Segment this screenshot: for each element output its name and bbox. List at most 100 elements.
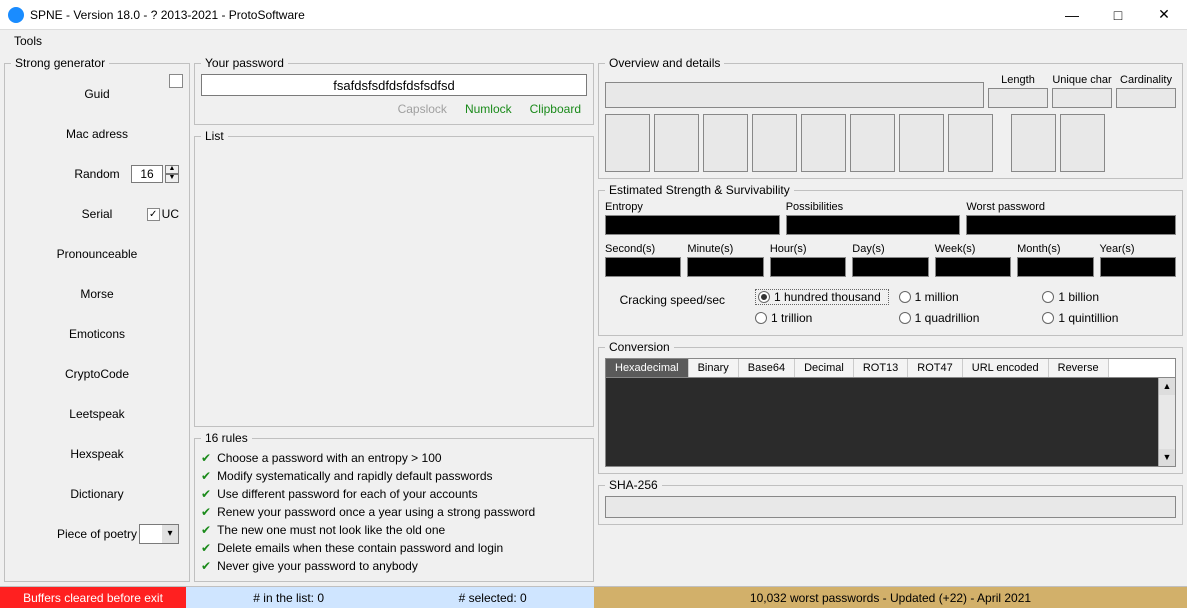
overview-cell <box>752 114 797 172</box>
overview-cell <box>948 114 993 172</box>
rule-item: Delete emails when these contain passwor… <box>217 541 503 555</box>
possibilities-label: Possibilities <box>786 201 961 213</box>
close-button[interactable]: ✕ <box>1141 0 1187 30</box>
gen-hexspeak[interactable]: Hexspeak <box>15 447 179 461</box>
sha-legend: SHA-256 <box>605 478 662 492</box>
rules-legend: 16 rules <box>201 431 252 445</box>
unit-label: Hour(s) <box>770 243 846 255</box>
unit-box <box>687 257 763 277</box>
rule-item: Use different password for each of your … <box>217 487 478 501</box>
rule-item: Modify systematically and rapidly defaul… <box>217 469 492 483</box>
check-icon: ✔ <box>201 523 211 537</box>
unit-label: Day(s) <box>852 243 928 255</box>
worst-label: Worst password <box>966 201 1176 213</box>
worst-box <box>966 215 1176 235</box>
speed-100k[interactable]: 1 hundred thousand <box>755 289 889 305</box>
unique-label: Unique char <box>1052 74 1112 86</box>
check-icon: ✔ <box>201 541 211 555</box>
gen-guid[interactable]: Guid <box>15 87 179 101</box>
check-icon: ✔ <box>201 469 211 483</box>
generator-legend: Strong generator <box>11 56 109 70</box>
check-icon: ✔ <box>201 505 211 519</box>
rule-item: Choose a password with an entropy > 100 <box>217 451 441 465</box>
overview-cell <box>850 114 895 172</box>
tab-binary[interactable]: Binary <box>689 359 739 377</box>
minimize-button[interactable]: — <box>1049 0 1095 30</box>
unit-box <box>852 257 928 277</box>
unit-box <box>1017 257 1093 277</box>
tab-base64[interactable]: Base64 <box>739 359 795 377</box>
overview-cell <box>801 114 846 172</box>
overview-cell <box>654 114 699 172</box>
check-icon: ✔ <box>201 559 211 573</box>
clipboard-indicator: Clipboard <box>530 102 581 116</box>
gen-cryptocode[interactable]: CryptoCode <box>15 367 179 381</box>
check-icon: ✔ <box>201 451 211 465</box>
length-box <box>988 88 1048 108</box>
gen-macaddress[interactable]: Mac adress <box>15 127 179 141</box>
password-input[interactable] <box>201 74 587 96</box>
conversion-legend: Conversion <box>605 340 674 354</box>
overview-main-box <box>605 82 984 108</box>
speed-1qt[interactable]: 1 quintillion <box>1042 311 1176 325</box>
rule-item: Renew your password once a year using a … <box>217 505 535 519</box>
gen-morse[interactable]: Morse <box>15 287 179 301</box>
status-list-count: # in the list: 0 <box>253 591 324 605</box>
status-buffers: Buffers cleared before exit <box>0 587 186 608</box>
uc-label: UC <box>162 207 179 221</box>
gen-leetspeak[interactable]: Leetspeak <box>15 407 179 421</box>
check-icon: ✔ <box>201 487 211 501</box>
uc-checkbox[interactable]: ✓ <box>147 208 160 221</box>
speed-1b[interactable]: 1 billion <box>1042 289 1176 305</box>
tab-rot13[interactable]: ROT13 <box>854 359 908 377</box>
status-selected-count: # selected: 0 <box>459 591 527 605</box>
unit-label: Second(s) <box>605 243 681 255</box>
unit-box <box>605 257 681 277</box>
maximize-button[interactable]: □ <box>1095 0 1141 30</box>
random-length-spinner[interactable]: ▲▼ <box>165 165 179 183</box>
speed-1t[interactable]: 1 trillion <box>755 311 889 325</box>
overview-legend: Overview and details <box>605 56 724 70</box>
strength-legend: Estimated Strength & Survivability <box>605 183 794 197</box>
unit-box <box>770 257 846 277</box>
gen-dictionary[interactable]: Dictionary <box>15 487 179 501</box>
tab-urlencoded[interactable]: URL encoded <box>963 359 1049 377</box>
tab-rot47[interactable]: ROT47 <box>908 359 962 377</box>
app-icon <box>8 7 24 23</box>
numlock-indicator: Numlock <box>465 102 512 116</box>
speed-1m[interactable]: 1 million <box>899 289 1033 305</box>
entropy-label: Entropy <box>605 201 780 213</box>
speed-label: Cracking speed/sec <box>605 289 735 307</box>
overview-cell <box>605 114 650 172</box>
possibilities-box <box>786 215 961 235</box>
list-legend: List <box>201 129 228 143</box>
conversion-output <box>606 378 1158 466</box>
speed-1q[interactable]: 1 quadrillion <box>899 311 1033 325</box>
password-legend: Your password <box>201 56 288 70</box>
tab-decimal[interactable]: Decimal <box>795 359 854 377</box>
tab-hexadecimal[interactable]: Hexadecimal <box>606 359 689 377</box>
conversion-scrollbar[interactable]: ▲▼ <box>1158 378 1175 466</box>
poetry-combo[interactable]: ▾ <box>139 524 179 544</box>
gen-pronounceable[interactable]: Pronounceable <box>15 247 179 261</box>
unit-box <box>935 257 1011 277</box>
unit-label: Week(s) <box>935 243 1011 255</box>
gen-emoticons[interactable]: Emoticons <box>15 327 179 341</box>
random-length-input[interactable] <box>131 165 163 183</box>
cardinality-box <box>1116 88 1176 108</box>
unit-box <box>1100 257 1176 277</box>
unit-label: Year(s) <box>1100 243 1176 255</box>
tab-reverse[interactable]: Reverse <box>1049 359 1109 377</box>
status-worst-passwords: 10,032 worst passwords - Updated (+22) -… <box>594 587 1187 608</box>
capslock-indicator: Capslock <box>398 102 447 116</box>
menu-tools[interactable]: Tools <box>8 32 48 50</box>
length-label: Length <box>988 74 1048 86</box>
rule-item: Never give your password to anybody <box>217 559 418 573</box>
unit-label: Month(s) <box>1017 243 1093 255</box>
sha-output <box>605 496 1176 518</box>
overview-cell <box>1011 114 1056 172</box>
rule-item: The new one must not look like the old o… <box>217 523 445 537</box>
cardinality-label: Cardinality <box>1116 74 1176 86</box>
overview-cell <box>899 114 944 172</box>
overview-cell <box>703 114 748 172</box>
